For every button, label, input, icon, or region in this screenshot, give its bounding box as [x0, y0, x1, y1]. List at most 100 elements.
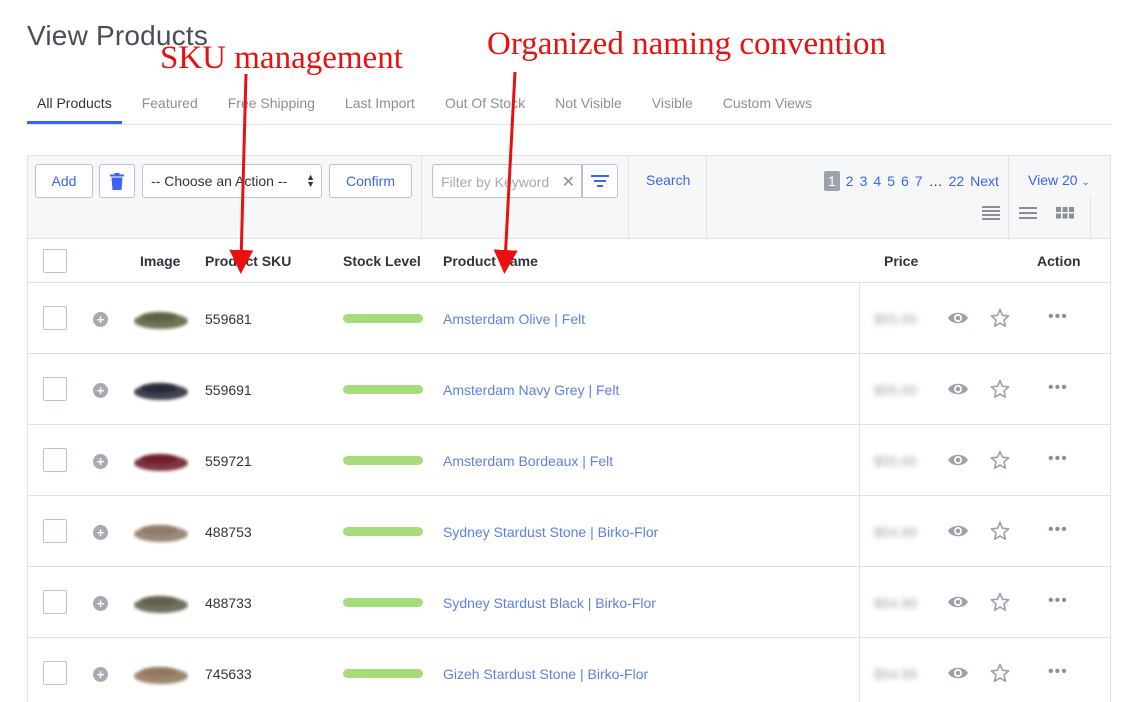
more-icon[interactable]: ••• — [1048, 521, 1068, 539]
more-icon[interactable]: ••• — [1048, 450, 1068, 468]
select-all-checkbox[interactable] — [43, 249, 67, 273]
star-icon[interactable] — [990, 521, 1010, 541]
column-header-stock[interactable]: Stock Level — [343, 253, 421, 269]
row-checkbox[interactable] — [43, 377, 67, 401]
toolbar-divider — [706, 156, 707, 239]
eye-icon[interactable] — [947, 523, 969, 539]
clear-icon[interactable]: ✕ — [562, 172, 575, 192]
plus-circle-icon[interactable]: + — [93, 454, 108, 469]
row-checkbox[interactable] — [43, 448, 67, 472]
more-icon[interactable]: ••• — [1048, 592, 1068, 610]
page-4[interactable]: 4 — [873, 173, 881, 189]
eye-icon[interactable] — [947, 452, 969, 468]
filter-input[interactable]: Filter by Keyword ✕ — [432, 164, 582, 198]
more-icon[interactable]: ••• — [1048, 308, 1068, 326]
more-icon[interactable]: ••• — [1048, 663, 1068, 681]
page-3[interactable]: 3 — [860, 173, 868, 189]
eye-icon[interactable] — [947, 381, 969, 397]
more-icon[interactable]: ••• — [1048, 379, 1068, 397]
toolbar-divider — [1090, 196, 1091, 239]
product-price: $54.99 — [874, 595, 917, 611]
chevron-down-icon: ⌄ — [1081, 177, 1090, 188]
table-row: + 488753 Sydney Stardust Stone | Birko-F… — [28, 496, 1110, 567]
toolbar-divider — [628, 156, 629, 239]
tab-custom-views[interactable]: Custom Views — [713, 84, 822, 124]
star-icon[interactable] — [990, 308, 1010, 328]
plus-circle-icon[interactable]: + — [93, 525, 108, 540]
tab-visible[interactable]: Visible — [642, 84, 703, 124]
product-name-link[interactable]: Sydney Stardust Black | Birko-Flor — [443, 595, 656, 611]
page-1[interactable]: 1 — [824, 171, 840, 191]
search-button[interactable]: Search — [646, 172, 690, 188]
product-thumbnail — [134, 454, 188, 471]
grid-view-icon[interactable] — [1056, 206, 1074, 222]
row-checkbox[interactable] — [43, 590, 67, 614]
product-thumbnail — [134, 667, 188, 684]
add-button[interactable]: Add — [35, 164, 93, 198]
plus-circle-icon[interactable]: + — [93, 667, 108, 682]
product-price: $54.99 — [874, 524, 917, 540]
star-icon[interactable] — [990, 450, 1010, 470]
product-name-link[interactable]: Amsterdam Navy Grey | Felt — [443, 382, 619, 398]
product-thumbnail — [134, 383, 188, 400]
stock-level-bar — [343, 598, 423, 607]
column-header-sku[interactable]: Product SKU — [205, 253, 291, 269]
page-7[interactable]: 7 — [915, 173, 923, 189]
plus-circle-icon[interactable]: + — [93, 383, 108, 398]
page-2[interactable]: 2 — [846, 173, 854, 189]
column-header-image: Image — [140, 253, 181, 269]
product-thumbnail — [134, 312, 188, 329]
view-count-select[interactable]: View 20 ⌄ — [1028, 172, 1090, 188]
select-arrows-icon: ▲ ▼ — [306, 172, 315, 189]
product-sku: 745633 — [205, 666, 252, 682]
row-checkbox[interactable] — [43, 661, 67, 685]
compact-list-view-icon[interactable] — [1019, 206, 1037, 222]
table-row: + 559681 Amsterdam Olive | Felt $55.00 •… — [28, 283, 1110, 354]
toolbar-divider — [1008, 156, 1009, 239]
tab-last-import[interactable]: Last Import — [335, 84, 425, 124]
star-icon[interactable] — [990, 379, 1010, 399]
stock-level-bar — [343, 669, 423, 678]
annotation-sku-management: SKU management — [160, 40, 403, 76]
tab-all-products[interactable]: All Products — [27, 84, 122, 124]
eye-icon[interactable] — [947, 310, 969, 326]
list-view-icon[interactable] — [982, 206, 1000, 222]
product-name-link[interactable]: Amsterdam Olive | Felt — [443, 311, 585, 327]
stock-level-bar — [343, 527, 423, 536]
page-6[interactable]: 6 — [901, 173, 909, 189]
plus-circle-icon[interactable]: + — [93, 596, 108, 611]
page-5[interactable]: 5 — [887, 173, 895, 189]
page-22[interactable]: 22 — [949, 173, 965, 189]
confirm-button[interactable]: Confirm — [329, 164, 412, 198]
eye-icon[interactable] — [947, 594, 969, 610]
table-row: + 488733 Sydney Stardust Black | Birko-F… — [28, 567, 1110, 638]
product-sku: 488753 — [205, 524, 252, 540]
product-name-link[interactable]: Amsterdam Bordeaux | Felt — [443, 453, 613, 469]
next-page-link[interactable]: Next — [970, 173, 999, 189]
star-icon[interactable] — [990, 592, 1010, 612]
stock-level-bar — [343, 456, 423, 465]
tab-featured[interactable]: Featured — [132, 84, 208, 124]
star-icon[interactable] — [990, 663, 1010, 683]
action-select[interactable]: -- Choose an Action -- ▲ ▼ — [142, 164, 322, 198]
tab-out-of-stock[interactable]: Out Of Stock — [435, 84, 535, 124]
filter-button[interactable] — [582, 164, 618, 198]
column-header-price[interactable]: Price — [884, 253, 918, 269]
row-checkbox[interactable] — [43, 519, 67, 543]
row-checkbox[interactable] — [43, 306, 67, 330]
tab-free-shipping[interactable]: Free Shipping — [218, 84, 325, 124]
product-price: $55.00 — [874, 453, 917, 469]
table-row: + 745633 Gizeh Stardust Stone | Birko-Fl… — [28, 638, 1110, 702]
eye-icon[interactable] — [947, 665, 969, 681]
toolbar-divider — [421, 156, 422, 239]
product-name-link[interactable]: Sydney Stardust Stone | Birko-Flor — [443, 524, 658, 540]
tab-not-visible[interactable]: Not Visible — [545, 84, 632, 124]
product-sku: 559681 — [205, 311, 252, 327]
filter-icon — [591, 175, 609, 187]
product-sku: 559721 — [205, 453, 252, 469]
plus-circle-icon[interactable]: + — [93, 312, 108, 327]
product-price: $54.99 — [874, 666, 917, 682]
delete-button[interactable] — [99, 164, 135, 198]
product-name-link[interactable]: Gizeh Stardust Stone | Birko-Flor — [443, 666, 648, 682]
column-header-name[interactable]: Product Name — [443, 253, 538, 269]
